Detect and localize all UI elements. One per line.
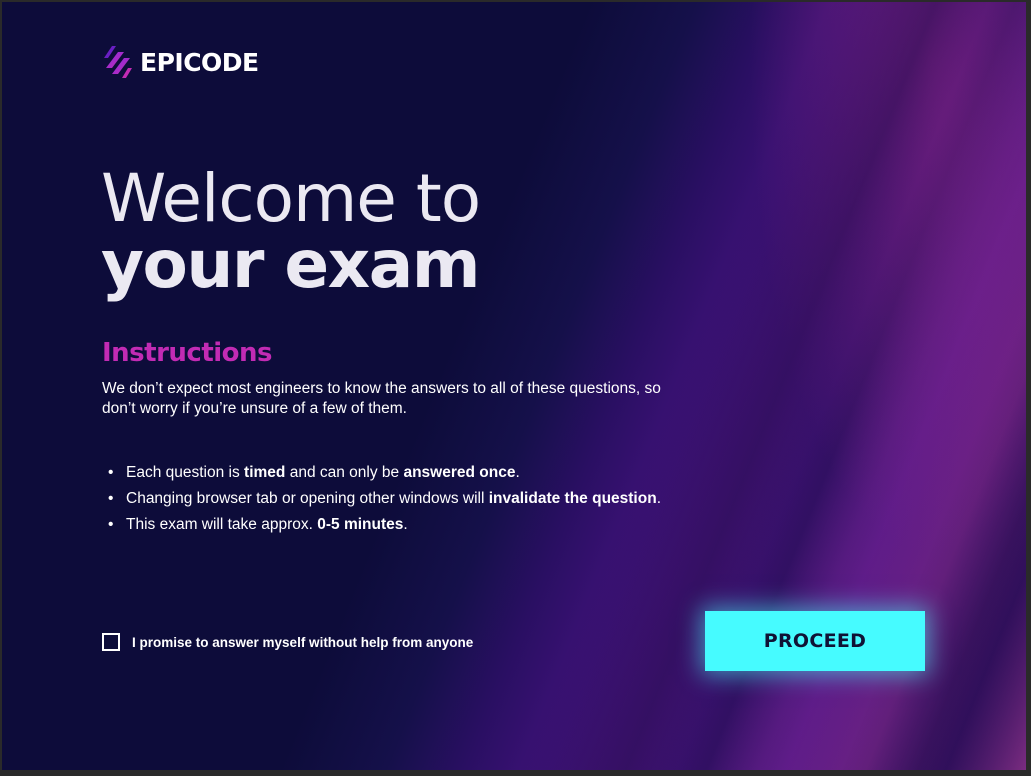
title-line-2: your exam	[101, 226, 481, 303]
proceed-button[interactable]: PROCEED	[705, 611, 925, 671]
title-line-1: Welcome to	[101, 160, 481, 237]
rule-text: .	[656, 490, 661, 507]
rule-text: This exam will take approx.	[126, 516, 318, 533]
promise-checkbox-row[interactable]: I promise to answer myself without help …	[102, 633, 473, 651]
instructions-intro: We don’t expect most engineers to know t…	[102, 380, 661, 417]
rule-emphasis: timed	[244, 464, 286, 481]
rules-list: • Each question is timed and can only be …	[108, 460, 661, 538]
promise-label[interactable]: I promise to answer myself without help …	[132, 635, 473, 650]
brand-logo: EPICODE	[102, 44, 259, 80]
bullet-icon: •	[108, 516, 114, 533]
rule-text: and can only be	[285, 464, 404, 481]
exam-welcome-screen: EPICODE Welcome to your exam Instruction…	[2, 2, 1026, 770]
rule-text: Changing browser tab or opening other wi…	[126, 490, 489, 507]
rule-text: Each question is	[126, 464, 245, 481]
rule-text: .	[403, 516, 408, 533]
bullet-icon: •	[108, 464, 114, 481]
instructions-heading: Instructions	[102, 338, 273, 368]
list-item: • Each question is timed and can only be …	[108, 460, 661, 486]
rule-emphasis: 0-5 minutes	[317, 516, 404, 533]
epicode-logo-icon	[104, 46, 132, 78]
brand-name: EPICODE	[140, 47, 259, 77]
list-item: • This exam will take approx. 0-5 minutes…	[108, 512, 661, 538]
bullet-icon: •	[108, 490, 114, 507]
page-title: Welcome to your exam	[101, 160, 481, 303]
rule-emphasis: invalidate the question	[488, 490, 657, 507]
promise-checkbox[interactable]	[102, 633, 120, 651]
list-item: • Changing browser tab or opening other w…	[108, 486, 661, 512]
rule-text: .	[515, 464, 520, 481]
rule-emphasis: answered once	[403, 464, 516, 481]
